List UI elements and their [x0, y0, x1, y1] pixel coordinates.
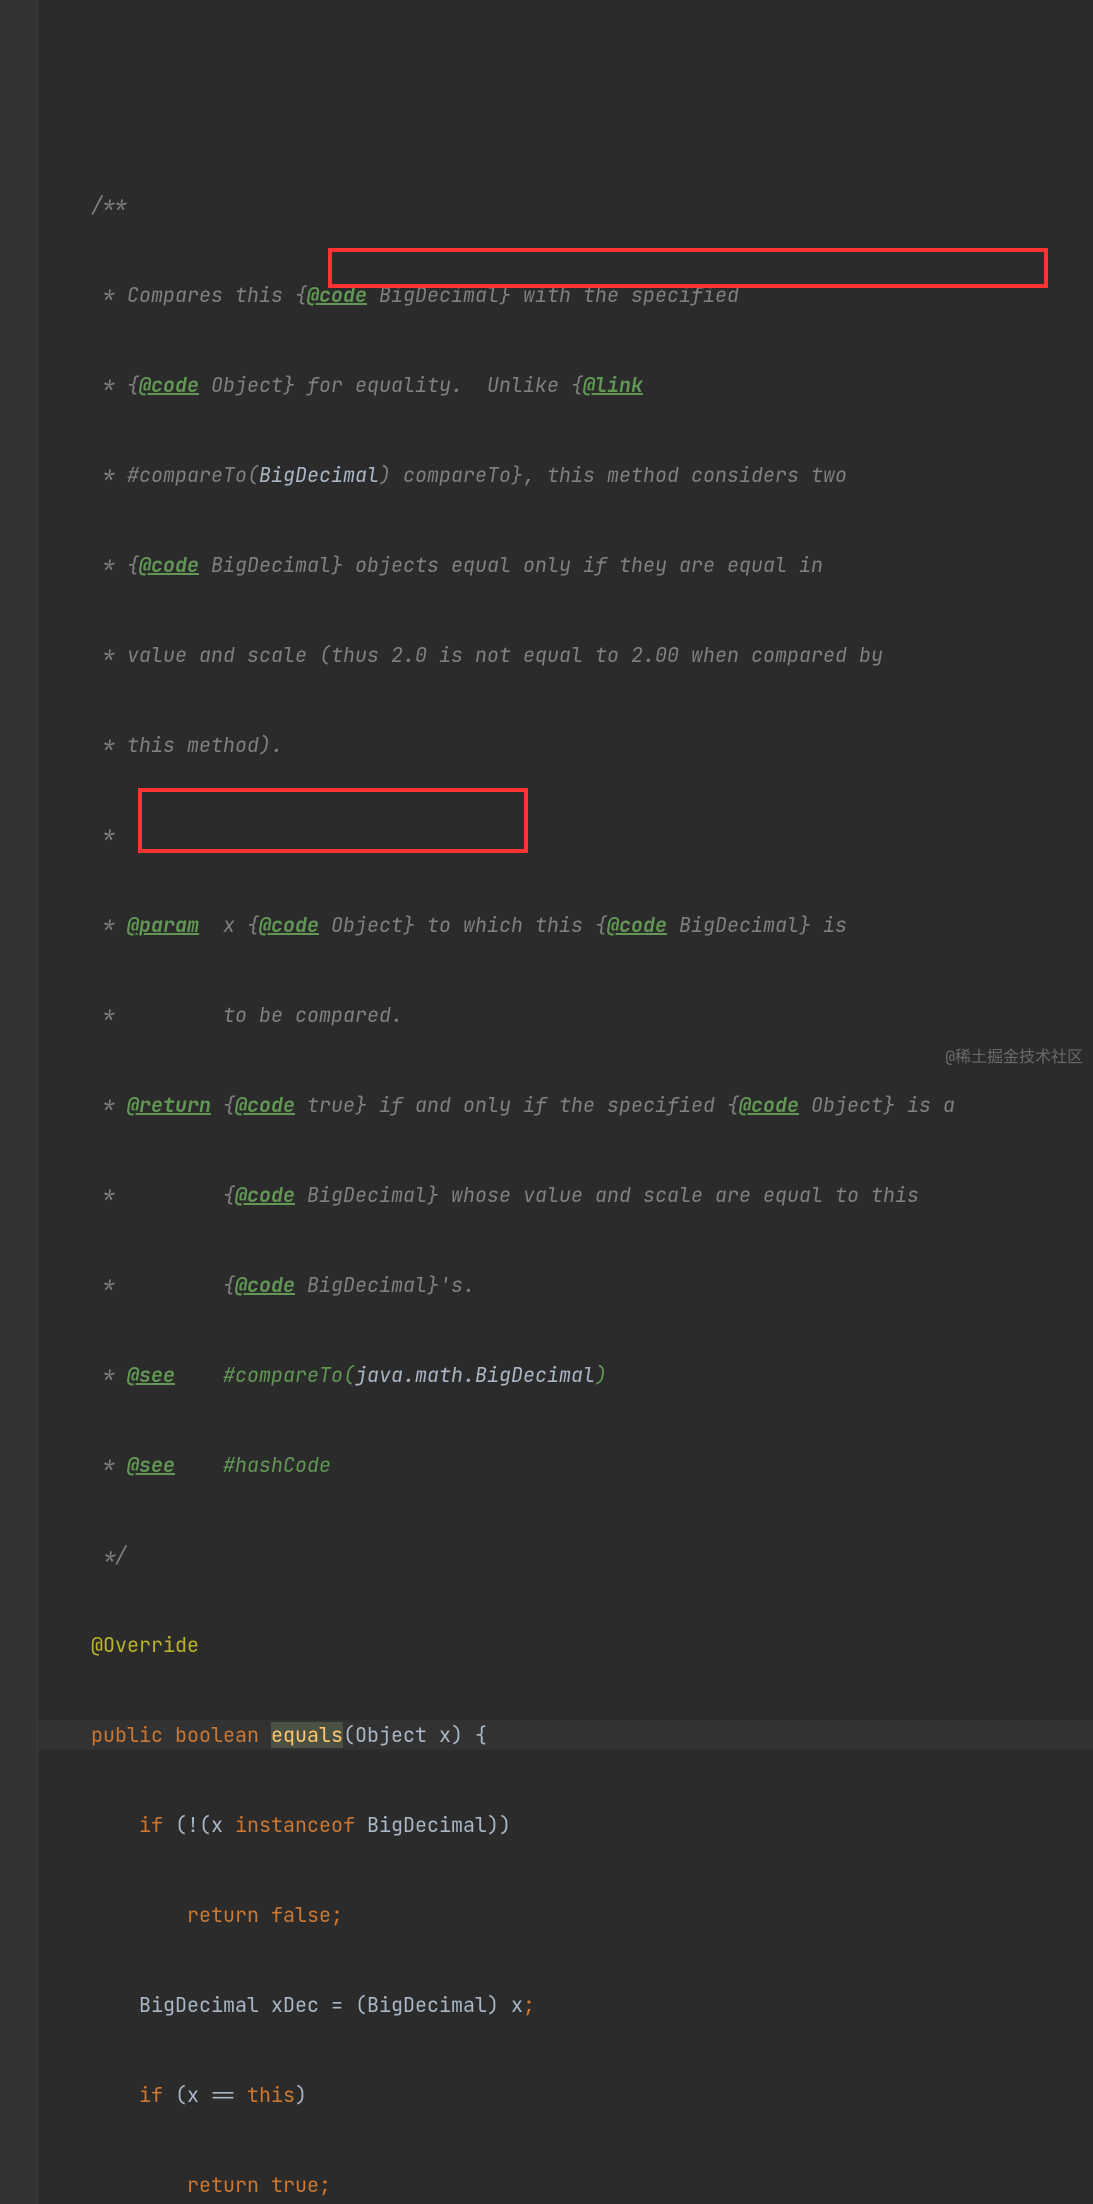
watermark: @稀土掘金技术社区 [945, 1042, 1083, 1072]
code-editor[interactable]: /** * Compares this {@code BigDecimal} w… [0, 0, 1093, 2204]
gutter [0, 0, 38, 2204]
highlighted-comment-1: (thus 2.0 is not equal to 2.00 when comp… [319, 642, 883, 668]
annotation-override: @Override [91, 1632, 199, 1658]
method-equals: equals [271, 1722, 343, 1748]
code-area[interactable]: /** * Compares this {@code BigDecimal} w… [38, 100, 1093, 2204]
comment-text: /** [91, 192, 127, 218]
